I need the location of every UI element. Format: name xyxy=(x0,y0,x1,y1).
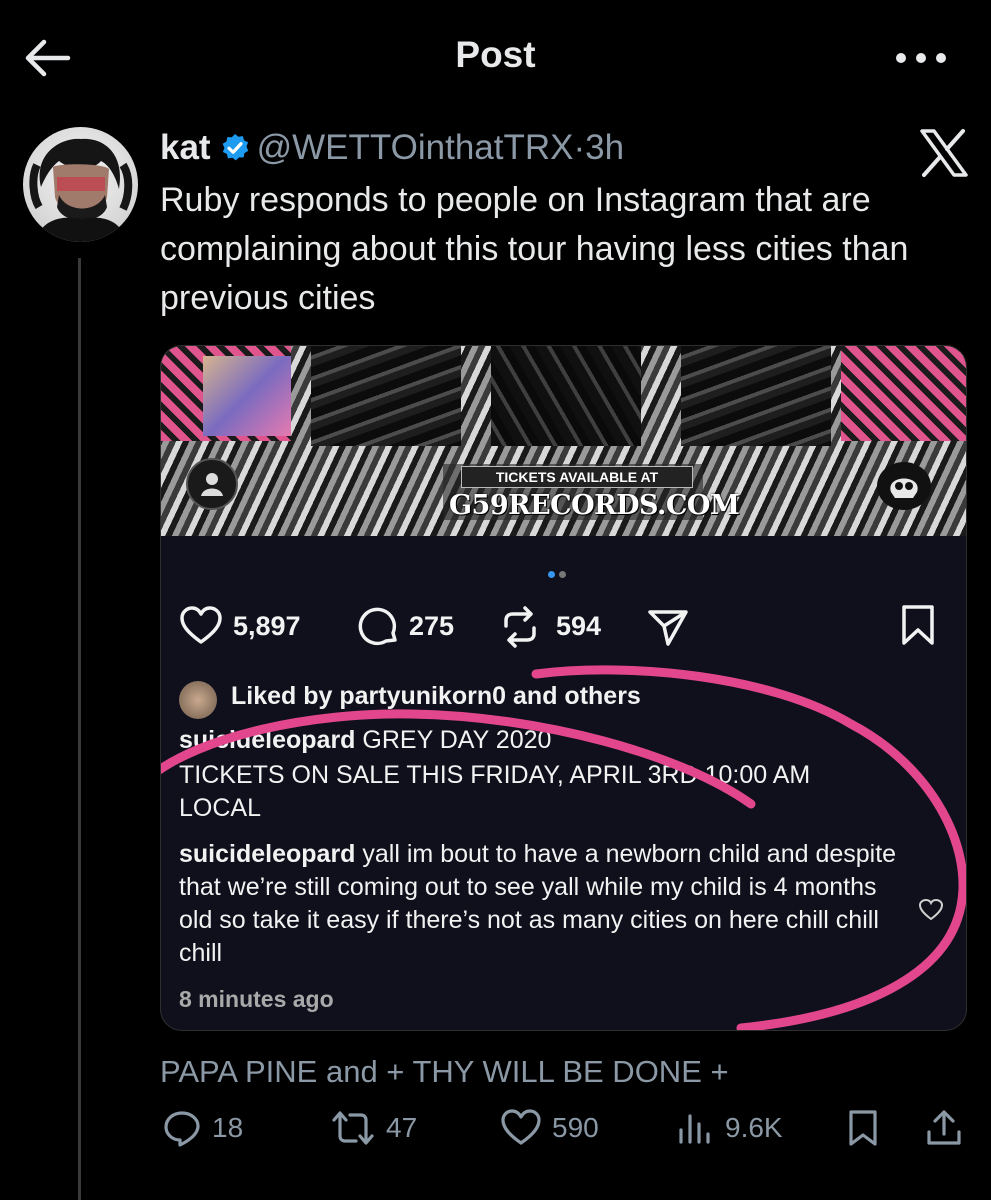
author-row: kat @WETTOinthatTRX·3h xyxy=(160,126,624,170)
retweet-icon xyxy=(332,1111,374,1145)
tweet-text: Ruby responds to people on Instagram tha… xyxy=(160,181,909,317)
banner-photo-1 xyxy=(311,346,461,446)
comment-bubble-icon[interactable] xyxy=(357,606,401,648)
comment-like-heart-icon[interactable] xyxy=(918,898,944,922)
comment: suicideleopard yall im bout to have a ne… xyxy=(179,838,899,970)
caption-text: GREY DAY 2020 xyxy=(362,726,552,754)
author-handle[interactable]: @WETTOinthatTRX xyxy=(257,128,574,167)
time-ago: 8 minutes ago xyxy=(179,986,334,1012)
banner-pink-panel-right xyxy=(841,346,966,441)
like-button[interactable]: 590 xyxy=(500,1104,599,1152)
tour-banner: TICKETS AVAILABLE AT G59RECORDS.COM xyxy=(161,346,966,536)
retweet-button[interactable]: 47 xyxy=(330,1104,417,1152)
page-title: Post xyxy=(455,34,536,75)
banner-photo-2 xyxy=(491,346,641,446)
verified-badge-icon xyxy=(222,134,248,161)
thread-line xyxy=(78,258,81,1200)
caption-username[interactable]: suicideleopard xyxy=(179,726,355,754)
like-count: 590 xyxy=(552,1112,599,1143)
liked-by-label: Liked by xyxy=(231,682,333,710)
reply-button[interactable]: 18 xyxy=(162,1104,243,1152)
carousel-dot-active xyxy=(548,571,555,578)
bookmark-button[interactable] xyxy=(843,1104,893,1152)
like-heart-icon xyxy=(501,1109,541,1145)
likes-count: 5,897 xyxy=(233,611,301,641)
ig-bookmark-icon[interactable] xyxy=(899,604,937,646)
reply-icon xyxy=(164,1111,200,1147)
views-count: 9.6K xyxy=(725,1112,783,1143)
avatar-portrait-icon xyxy=(29,138,133,242)
share-send-icon[interactable] xyxy=(646,606,690,648)
liked-by-row: Liked by partyunikorn0 and others xyxy=(231,682,641,711)
reply-context[interactable]: PAPA PINE and + THY WILL BE DONE + xyxy=(160,1054,729,1090)
banner-thumbnail xyxy=(203,356,291,436)
share-upload-icon xyxy=(927,1110,961,1145)
retweet-count: 47 xyxy=(386,1112,418,1143)
heart-icon[interactable] xyxy=(179,606,223,646)
profile-placeholder-icon xyxy=(186,458,238,510)
reply-count: 18 xyxy=(212,1112,244,1143)
liked-by-avatar[interactable] xyxy=(179,681,217,719)
views-button[interactable]: 9.6K xyxy=(675,1104,783,1152)
post-time[interactable]: 3h xyxy=(585,128,624,167)
caption-line3: LOCAL xyxy=(179,794,261,822)
liked-by-user[interactable]: partyunikorn0 xyxy=(339,682,506,710)
verified-badge-shape xyxy=(222,134,248,161)
carousel-dot xyxy=(559,571,566,578)
reposts-count: 594 xyxy=(556,611,602,641)
comment-username[interactable]: suicideleopard xyxy=(179,840,355,868)
share-button[interactable] xyxy=(924,1104,974,1152)
liked-by-others[interactable]: and others xyxy=(513,682,641,710)
views-chart-icon xyxy=(679,1114,710,1144)
author-name[interactable]: kat xyxy=(160,128,211,167)
caption-line2: TICKETS ON SALE THIS FRIDAY, APRIL 3RD 1… xyxy=(179,761,811,789)
x-logo-icon xyxy=(920,129,968,177)
avatar[interactable] xyxy=(23,127,138,242)
skull-logo-icon xyxy=(877,462,931,510)
more-options-icon[interactable] xyxy=(892,40,950,76)
bookmark-icon xyxy=(849,1110,877,1146)
repost-icon[interactable] xyxy=(497,604,543,650)
banner-photo-3 xyxy=(681,346,831,446)
site-label: G59RECORDS.COM xyxy=(449,490,740,521)
comments-count: 275 xyxy=(409,611,455,641)
tickets-label: TICKETS AVAILABLE AT xyxy=(461,466,693,488)
caption-line1: suicideleopard GREY DAY 2020 xyxy=(179,724,551,757)
post-image[interactable]: TICKETS AVAILABLE AT G59RECORDS.COM 5,89… xyxy=(160,345,967,1031)
carousel-dots xyxy=(546,565,568,583)
separator-dot: · xyxy=(573,128,586,167)
